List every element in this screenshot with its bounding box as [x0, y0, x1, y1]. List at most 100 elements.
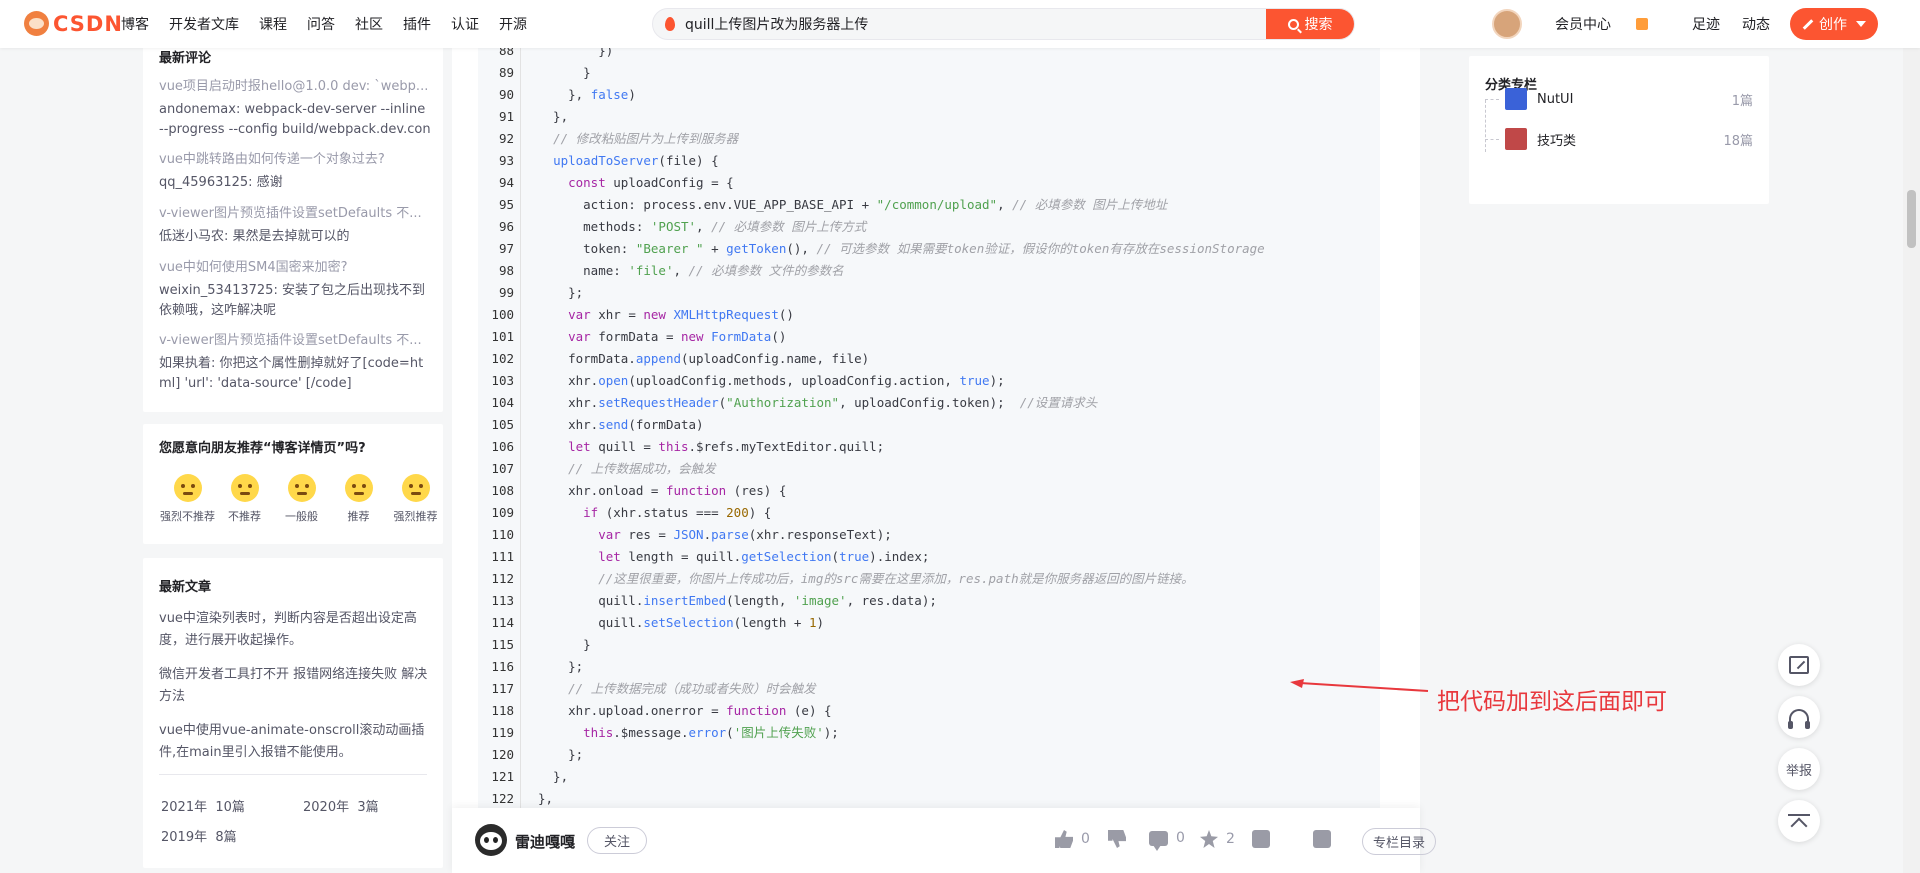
- code-line: if (xhr.status === 200) {: [583, 505, 772, 520]
- comment-item[interactable]: vue中跳转路由如何传递一个对象过去? qq_45963125: 感谢: [159, 151, 431, 193]
- report-button[interactable]: 举报: [1778, 748, 1820, 790]
- line-number: 116: [491, 659, 514, 674]
- annotation-text: 把代码加到这后面即可: [1437, 689, 1667, 715]
- author-avatar[interactable]: [475, 824, 507, 856]
- write-button[interactable]: [1778, 644, 1820, 686]
- user-avatar[interactable]: [1492, 9, 1522, 39]
- arrow-up-icon: [1788, 814, 1810, 828]
- comment-item[interactable]: v-viewer图片预览插件设置setDefaults 不... 如果执着: 你…: [159, 332, 431, 394]
- comment-article-link[interactable]: vue中跳转路由如何传递一个对象过去?: [159, 151, 431, 169]
- link-member-center[interactable]: 会员中心: [1555, 14, 1670, 34]
- gift-icon: [1636, 18, 1648, 30]
- comment-button[interactable]: 0: [1149, 830, 1185, 851]
- nav-certification[interactable]: 认证: [451, 14, 479, 34]
- reward-button[interactable]: [1252, 830, 1270, 848]
- share-button[interactable]: [1313, 830, 1331, 848]
- article-link[interactable]: 微信开发者工具打不开 报错网络连接失败 解决方法: [159, 664, 431, 708]
- like-button[interactable]: 0: [1055, 830, 1090, 848]
- latest-comments-title: 最新评论: [159, 51, 212, 66]
- link-activity[interactable]: 动态: [1742, 14, 1770, 34]
- line-number: 120: [491, 747, 514, 762]
- line-number: 89: [498, 65, 514, 80]
- comment-text: 低迷小马农: 果然是去掉就可以的: [159, 229, 350, 244]
- column-item-nutui[interactable]: NutUI 1篇: [1485, 86, 1753, 112]
- thumbs-down-icon: [1108, 830, 1126, 848]
- code-line: };: [538, 285, 584, 300]
- nav-dev-library[interactable]: 开发者文库: [169, 14, 239, 34]
- comment-article-link[interactable]: vue中如何使用SM4国密来加密?: [159, 259, 431, 277]
- search-button[interactable]: 搜索: [1266, 9, 1354, 39]
- link-footprint[interactable]: 足迹: [1692, 14, 1720, 34]
- back-to-top-button[interactable]: [1778, 800, 1820, 842]
- option-not-recommend[interactable]: 不推荐: [216, 474, 273, 524]
- line-number: 94: [498, 175, 514, 190]
- search-box: 搜索: [652, 8, 1355, 40]
- article-toolbar: 雷迪嘎嘎 关注 0 0 2 专栏目录: [452, 808, 1436, 873]
- article-link[interactable]: vue中使用vue-animate-onscroll滚动动画插件,在main里引…: [159, 720, 431, 764]
- headset-icon: [1788, 709, 1810, 729]
- column-item-tips[interactable]: 技巧类 18篇: [1485, 126, 1753, 152]
- smile-face-icon: [344, 474, 373, 502]
- pen-icon: [1802, 18, 1814, 30]
- line-number: 119: [491, 725, 514, 740]
- archive-link[interactable]: 2020年 3篇: [303, 796, 379, 815]
- line-number: 97: [498, 241, 514, 256]
- code-line: //这里很重要，你图片上传成功后，img的src需要在这里添加，res.path…: [598, 571, 1194, 586]
- line-number: 115: [491, 637, 514, 652]
- laughing-face-icon: [401, 474, 430, 502]
- comment-item[interactable]: vue项目启动时报hello@1.0.0 dev: `webp... andon…: [159, 78, 431, 140]
- code-line: xhr.onload = function (res) {: [538, 483, 787, 498]
- nav-blog[interactable]: 博客: [121, 14, 149, 34]
- csdn-logo[interactable]: CSDN: [24, 11, 123, 36]
- nav-plugins[interactable]: 插件: [403, 14, 431, 34]
- top-navigation-bar: CSDN 博客 开发者文库 课程 问答 社区 插件 认证 开源 搜索 会员中心 …: [0, 0, 1920, 48]
- dislike-button[interactable]: [1108, 830, 1126, 848]
- code-line: quill.insertEmbed(length, 'image', res.d…: [538, 593, 937, 608]
- comment-article-link[interactable]: v-viewer图片预览插件设置setDefaults 不...: [159, 205, 431, 223]
- nav-open-source[interactable]: 开源: [499, 14, 527, 34]
- code-line: var res = JSON.parse(xhr.responseText);: [598, 527, 892, 542]
- edit-icon: [1789, 656, 1809, 674]
- archive-link[interactable]: 2019年 8篇: [161, 826, 237, 845]
- column-name: NutUI: [1537, 91, 1574, 107]
- comment-text: qq_45963125: 感谢: [159, 175, 283, 190]
- option-recommend[interactable]: 推荐: [330, 474, 387, 524]
- comment-article-link[interactable]: v-viewer图片预览插件设置setDefaults 不...: [159, 332, 431, 350]
- option-neutral[interactable]: 一般般: [273, 474, 330, 524]
- nav-qa[interactable]: 问答: [307, 14, 335, 34]
- line-number: 105: [491, 417, 514, 432]
- line-number: 100: [491, 307, 514, 322]
- comment-item[interactable]: vue中如何使用SM4国密来加密? weixin_53413725: 安装了包之…: [159, 259, 431, 321]
- code-block[interactable]: 88 89 90 91 92 93 94 95 96 97 98 99 100 101 102 103 104 1…: [478, 40, 1380, 810]
- search-input[interactable]: [683, 9, 1283, 39]
- thumbs-up-icon: [1055, 830, 1073, 848]
- latest-articles-title: 最新文章: [159, 580, 212, 595]
- line-number: 99: [498, 285, 514, 300]
- scrollbar-thumb[interactable]: [1907, 190, 1916, 248]
- angry-face-icon: [173, 474, 202, 502]
- author-name[interactable]: 雷迪嘎嘎: [515, 831, 575, 852]
- customer-service-button[interactable]: [1778, 696, 1820, 738]
- comment-article-link[interactable]: vue项目启动时报hello@1.0.0 dev: `webp...: [159, 78, 431, 96]
- star-icon: [1200, 830, 1218, 848]
- follow-button[interactable]: 关注: [587, 827, 647, 854]
- code-line: let length = quill.getSelection(true).in…: [598, 549, 930, 564]
- page-scrollbar[interactable]: [1903, 0, 1920, 873]
- code-line: let quill = this.$refs.myTextEditor.quil…: [568, 439, 885, 454]
- code-line: action: process.env.VUE_APP_BASE_API + "…: [538, 197, 1168, 212]
- code-line: var formData = new FormData(): [568, 329, 787, 344]
- code-line: },: [538, 791, 554, 806]
- comment-item[interactable]: v-viewer图片预览插件设置setDefaults 不... 低迷小马农: …: [159, 205, 431, 247]
- create-button[interactable]: 创作: [1790, 8, 1878, 40]
- option-strongly-not-recommend[interactable]: 强烈不推荐: [159, 474, 216, 524]
- nav-community[interactable]: 社区: [355, 14, 383, 34]
- article-link[interactable]: vue中渲染列表时，判断内容是否超出设定高度，进行展开收起操作。: [159, 608, 431, 652]
- option-strongly-recommend[interactable]: 强烈推荐: [387, 474, 444, 524]
- code-line: };: [538, 659, 584, 674]
- archive-link[interactable]: 2021年 10篇: [161, 796, 245, 815]
- favorite-button[interactable]: 2: [1200, 830, 1235, 848]
- column-directory-button[interactable]: 专栏目录: [1362, 828, 1436, 855]
- neutral-face-icon: [287, 474, 316, 502]
- nav-courses[interactable]: 课程: [259, 14, 287, 34]
- code-line: formData.append(uploadConfig.name, file): [538, 351, 870, 366]
